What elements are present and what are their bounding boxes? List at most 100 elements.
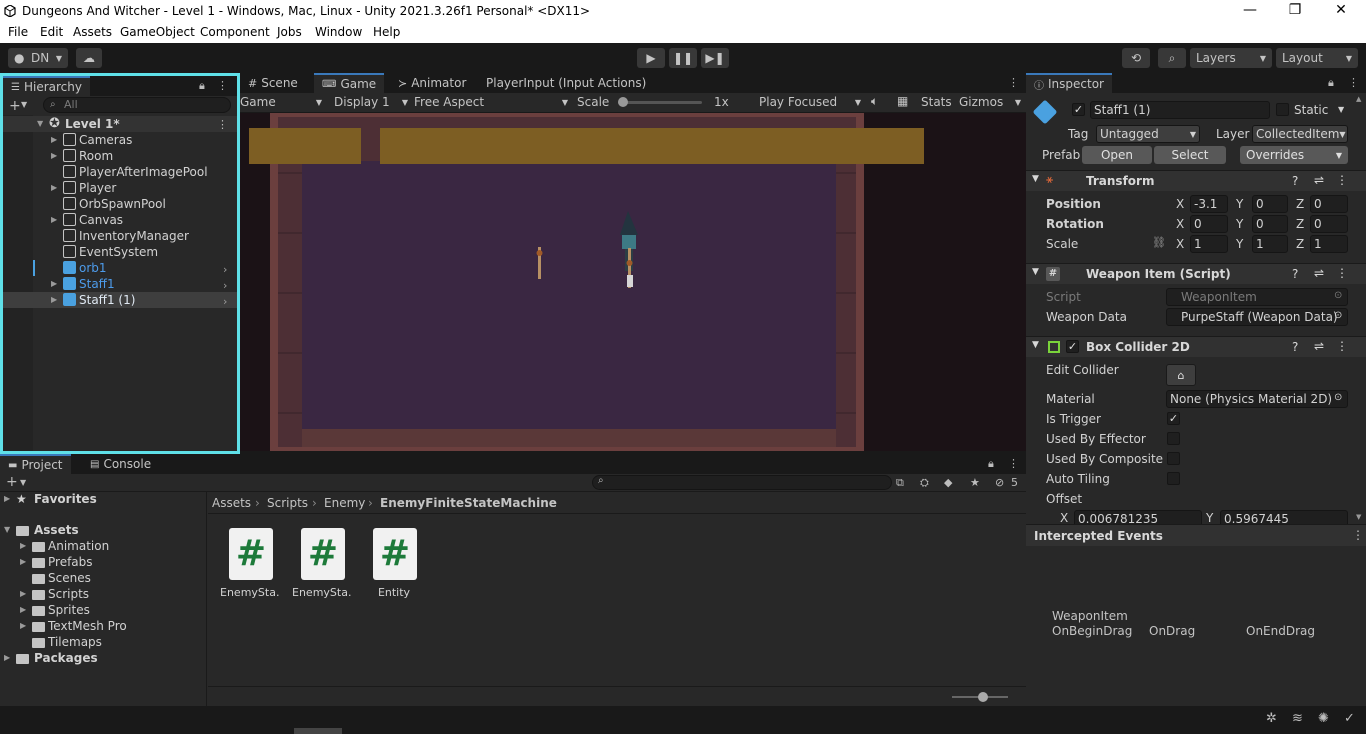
game-mode-dropdown[interactable]: Game ▼: [240, 95, 324, 109]
chevron-right-icon[interactable]: ▶: [20, 605, 26, 614]
check-icon[interactable]: ✓: [1344, 711, 1355, 726]
hierarchy-item-canvas[interactable]: ▶ Canvas: [3, 212, 237, 228]
more-icon[interactable]: ⋮: [1008, 76, 1019, 89]
more-icon[interactable]: ⋮: [1348, 76, 1359, 89]
chevron-right-icon[interactable]: ▶: [20, 621, 26, 630]
scale-slider[interactable]: [618, 97, 702, 107]
grid-layout-icon[interactable]: ▦: [897, 94, 908, 108]
rotation-x-field[interactable]: 0: [1190, 215, 1228, 233]
layout-dropdown[interactable]: Layout ▼: [1276, 48, 1358, 68]
chevron-right-icon[interactable]: ▶: [51, 183, 61, 192]
used-by-effector-checkbox[interactable]: [1167, 432, 1180, 445]
scroll-down-icon[interactable]: ▼: [1356, 513, 1361, 521]
link-icon[interactable]: ⛓: [1152, 236, 1166, 249]
breadcrumb-current[interactable]: EnemyFiniteStateMachine: [380, 496, 557, 510]
history-button[interactable]: ⟲: [1122, 48, 1150, 68]
tab-console[interactable]: ▤ Console: [82, 454, 159, 474]
box-collider-header[interactable]: ▼ ✓ Box Collider 2D ? ⇌ ⋮: [1026, 336, 1366, 357]
box-collider-enabled-checkbox[interactable]: ✓: [1066, 340, 1079, 353]
tab-project[interactable]: ▬ Project: [0, 454, 71, 474]
help-icon[interactable]: ?: [1292, 340, 1298, 354]
breadcrumb-scripts[interactable]: Scripts: [267, 496, 308, 510]
stats-button[interactable]: Stats: [921, 95, 952, 109]
hierarchy-item-player[interactable]: ▶ Player: [3, 180, 237, 196]
auto-generate-lighting-icon[interactable]: ✺: [1318, 711, 1329, 726]
hierarchy-item-staff1[interactable]: ▶ Staff1 ›: [3, 276, 237, 292]
debug-icon[interactable]: ✲: [1266, 711, 1277, 726]
active-checkbox[interactable]: ✓: [1072, 103, 1085, 116]
offset-x-field[interactable]: 0.006781235: [1074, 510, 1202, 524]
position-z-field[interactable]: 0: [1310, 195, 1348, 213]
chevron-down-icon[interactable]: ▼: [1338, 105, 1344, 114]
layer-dropdown[interactable]: CollectedItem ▼: [1252, 125, 1348, 143]
add-icon[interactable]: +: [6, 474, 18, 490]
position-x-field[interactable]: -3.1: [1190, 195, 1228, 213]
menu-component[interactable]: Component: [200, 25, 270, 39]
play-button[interactable]: ▶: [637, 48, 665, 68]
settings-sliders-icon[interactable]: ⇌: [1314, 173, 1324, 187]
hierarchy-item-orb1[interactable]: orb1 ›: [3, 260, 237, 276]
object-picker-icon[interactable]: ⊙: [1334, 392, 1342, 403]
tab-game[interactable]: ⌨ Game: [314, 73, 385, 93]
settings-sliders-icon[interactable]: ⇌: [1314, 339, 1324, 353]
settings-sliders-icon[interactable]: ⇌: [1314, 266, 1324, 280]
prefab-select-button[interactable]: Select: [1154, 146, 1226, 164]
prefab-open-button[interactable]: Open: [1082, 146, 1152, 164]
object-picker-icon[interactable]: ⊙: [1334, 310, 1342, 321]
add-icon[interactable]: +: [9, 98, 21, 114]
hierarchy-item-playerafterimagepool[interactable]: PlayerAfterImagePool: [3, 164, 237, 180]
mute-audio-icon[interactable]: 🔈︎: [871, 94, 878, 109]
chevron-right-icon[interactable]: ▶: [4, 494, 10, 503]
tab-inspector[interactable]: ⓘ Inspector: [1026, 73, 1112, 93]
menu-jobs[interactable]: Jobs: [277, 25, 302, 39]
more-icon[interactable]: ⋮: [1352, 528, 1364, 542]
menu-file[interactable]: File: [8, 25, 28, 39]
hierarchy-item-inventorymanager[interactable]: InventoryManager: [3, 228, 237, 244]
breadcrumb-enemy[interactable]: Enemy: [324, 496, 365, 510]
scroll-up-icon[interactable]: ▲: [1356, 95, 1361, 103]
game-render-area[interactable]: [240, 113, 1026, 451]
project-search-input[interactable]: [592, 475, 892, 490]
tab-scene[interactable]: # Scene: [240, 73, 306, 93]
asset-file[interactable]: # Entity: [364, 528, 424, 608]
lock-icon[interactable]: 🔒︎: [988, 457, 994, 471]
object-name-field[interactable]: Staff1 (1): [1090, 101, 1270, 119]
chevron-down-icon[interactable]: ▼: [1032, 340, 1039, 350]
star-icon[interactable]: ★: [970, 476, 980, 489]
tab-player-input[interactable]: PlayerInput (Input Actions): [478, 73, 654, 93]
chevron-right-icon[interactable]: ›: [223, 263, 233, 276]
hidden-packages-icon[interactable]: ⊘: [995, 476, 1004, 489]
inspector-scrollbar[interactable]: ▲ ▼: [1356, 95, 1364, 521]
layers-dropdown[interactable]: Layers ▼: [1190, 48, 1272, 68]
help-icon[interactable]: ?: [1292, 174, 1298, 188]
chevron-right-icon[interactable]: ›: [223, 279, 233, 292]
more-icon[interactable]: ⋮: [217, 79, 228, 92]
offset-y-field[interactable]: 0.5967445: [1220, 510, 1348, 524]
breadcrumb-assets[interactable]: Assets: [212, 496, 251, 510]
prefab-overrides-dropdown[interactable]: Overrides ▼: [1240, 146, 1348, 164]
minimize-button[interactable]: —: [1240, 2, 1260, 20]
hierarchy-item-staff1-1[interactable]: ▶ Staff1 (1) ›: [3, 292, 237, 308]
lock-icon[interactable]: 🔒︎: [1328, 76, 1334, 90]
restore-button[interactable]: ❐: [1285, 2, 1305, 20]
pause-button[interactable]: ❚❚: [669, 48, 697, 68]
menu-assets[interactable]: Assets: [73, 25, 112, 39]
gizmos-dropdown[interactable]: Gizmos ▼: [959, 95, 1021, 109]
cache-server-icon[interactable]: ≋: [1292, 711, 1303, 726]
asset-file[interactable]: # EnemySta...: [292, 528, 352, 608]
scale-slider-handle[interactable]: [618, 97, 628, 107]
scene-row[interactable]: ▼ ✪ Level 1* ⋮: [3, 116, 237, 132]
weapon-data-field[interactable]: PurpeStaff (Weapon Data): [1166, 308, 1348, 326]
chevron-right-icon[interactable]: ▶: [20, 541, 26, 550]
position-y-field[interactable]: 0: [1252, 195, 1288, 213]
help-icon[interactable]: ?: [1292, 267, 1298, 281]
lock-icon[interactable]: 🔒︎: [199, 79, 205, 93]
asset-file[interactable]: # EnemySta...: [220, 528, 280, 608]
chevron-right-icon[interactable]: ▶: [51, 135, 61, 144]
search-by-type-icon[interactable]: ⧉: [896, 476, 904, 490]
hierarchy-item-room[interactable]: ▶ Room: [3, 148, 237, 164]
menu-help[interactable]: Help: [373, 25, 400, 39]
chevron-right-icon[interactable]: ▶: [20, 557, 26, 566]
hierarchy-item-cameras[interactable]: ▶ Cameras: [3, 132, 237, 148]
scale-y-field[interactable]: 1: [1252, 235, 1288, 253]
